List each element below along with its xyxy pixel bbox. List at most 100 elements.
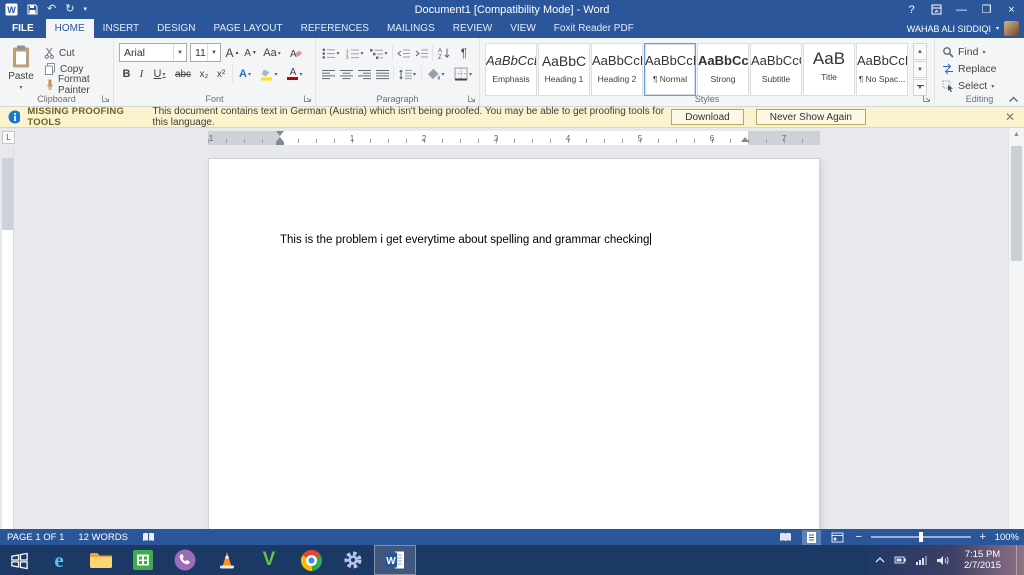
show-desktop-button[interactable] — [1016, 545, 1022, 575]
maximize-icon[interactable]: ❐ — [974, 0, 999, 19]
web-layout-button[interactable] — [828, 530, 847, 545]
never-show-again-button[interactable]: Never Show Again — [755, 109, 866, 125]
subscript-button[interactable]: x₂ — [196, 65, 212, 83]
document-page[interactable]: This is the problem i get everytime abou… — [208, 158, 820, 529]
collapse-ribbon-icon[interactable] — [1008, 95, 1019, 103]
line-spacing-button[interactable]: ▾ — [396, 65, 419, 83]
tab-review[interactable]: REVIEW — [444, 19, 501, 38]
tab-view[interactable]: VIEW — [501, 19, 545, 38]
tab-page-layout[interactable]: PAGE LAYOUT — [205, 19, 292, 38]
minimize-icon[interactable]: — — [949, 0, 974, 19]
tray-expand-icon[interactable] — [874, 554, 886, 566]
font-name-caret-icon[interactable]: ▼ — [173, 44, 186, 61]
taskbar-file-explorer[interactable] — [80, 545, 122, 575]
tab-stop-selector[interactable]: L — [2, 131, 15, 144]
save-icon[interactable] — [27, 4, 38, 15]
taskbar-internet-explorer[interactable]: e — [38, 545, 80, 575]
undo-icon[interactable]: ↶ — [47, 0, 56, 19]
style-emphasis[interactable]: AaBbCcL Emphasis — [485, 43, 537, 96]
proofing-status-icon[interactable] — [142, 532, 155, 543]
scrollbar-thumb[interactable] — [1011, 146, 1022, 261]
battery-icon[interactable] — [894, 554, 907, 566]
style-heading-1[interactable]: AaBbC Heading 1 — [538, 43, 590, 96]
tab-file[interactable]: FILE — [0, 19, 46, 38]
word-count[interactable]: 12 WORDS — [78, 532, 128, 543]
styles-dialog-launcher-icon[interactable] — [922, 94, 931, 103]
clipboard-dialog-launcher-icon[interactable] — [101, 94, 110, 103]
font-dialog-launcher-icon[interactable] — [303, 94, 312, 103]
text-effects-button[interactable]: A ▾ — [235, 65, 255, 83]
align-left-button[interactable] — [320, 65, 337, 83]
paragraph-dialog-launcher-icon[interactable] — [467, 94, 476, 103]
underline-button[interactable]: U ▾ — [149, 65, 170, 83]
account-area[interactable]: WAHAB ALI SIDDIQI ▾ — [907, 19, 1024, 38]
sort-button[interactable]: AZ — [435, 44, 454, 62]
styles-scroll-down-icon[interactable]: ▼ — [913, 61, 927, 78]
start-button[interactable] — [0, 545, 38, 575]
ribbon-display-options-icon[interactable] — [924, 0, 949, 19]
style-no-spacing[interactable]: AaBbCcI ¶ No Spac... — [856, 43, 908, 96]
left-indent-marker[interactable] — [276, 142, 284, 145]
bullets-button[interactable]: ▾ — [320, 44, 342, 62]
zoom-slider[interactable] — [870, 532, 971, 542]
style-heading-2[interactable]: AaBbCcI Heading 2 — [591, 43, 643, 96]
styles-scroll-up-icon[interactable]: ▲ — [913, 43, 927, 60]
increase-indent-button[interactable] — [413, 44, 430, 62]
borders-button[interactable]: ▾ — [450, 65, 476, 83]
paste-button[interactable]: Paste ▾ — [3, 42, 39, 100]
redo-icon[interactable]: ↻ — [65, 0, 74, 19]
right-indent-marker[interactable] — [741, 137, 749, 142]
find-button[interactable]: Find ▾ — [942, 45, 985, 59]
style-title[interactable]: AaB Title — [803, 43, 855, 96]
scroll-up-icon[interactable]: ▲ — [1009, 131, 1024, 138]
show-paragraph-marks-button[interactable]: ¶ — [456, 44, 472, 62]
highlight-color-button[interactable]: ▾ — [257, 65, 281, 83]
font-color-button[interactable]: A ▾ — [283, 65, 307, 83]
taskbar-chrome[interactable] — [290, 545, 332, 575]
font-size-caret-icon[interactable]: ▼ — [207, 44, 220, 61]
italic-button[interactable]: I — [135, 65, 148, 83]
first-line-indent-marker[interactable] — [276, 131, 284, 136]
zoom-in-button[interactable]: + — [978, 531, 988, 543]
close-icon[interactable]: × — [999, 0, 1024, 19]
align-center-button[interactable] — [338, 65, 355, 83]
taskbar-settings[interactable] — [332, 545, 374, 575]
tab-insert[interactable]: INSERT — [94, 19, 149, 38]
clear-formatting-button[interactable]: A — [286, 44, 304, 62]
tab-foxit-reader-pdf[interactable]: Foxit Reader PDF — [545, 19, 643, 38]
taskbar-viber[interactable] — [164, 545, 206, 575]
tab-home[interactable]: HOME — [45, 19, 94, 38]
font-name-combo[interactable]: Arial ▼ — [119, 43, 187, 62]
taskbar-clock[interactable]: 7:15 PM 2/7/2015 — [957, 549, 1008, 572]
justify-button[interactable] — [374, 65, 391, 83]
superscript-button[interactable]: x² — [213, 65, 229, 83]
taskbar-vlc[interactable] — [206, 545, 248, 575]
zoom-level[interactable]: 100% — [995, 532, 1019, 543]
tab-mailings[interactable]: MAILINGS — [378, 19, 444, 38]
download-button[interactable]: Download — [671, 109, 744, 125]
style-normal[interactable]: AaBbCcI ¶ Normal — [644, 43, 696, 96]
taskbar-word[interactable]: W — [374, 545, 416, 575]
font-size-combo[interactable]: 11 ▼ — [190, 43, 221, 62]
numbering-button[interactable]: 1 2 3 ▾ — [344, 44, 366, 62]
shrink-font-button[interactable]: A ▼ — [242, 44, 259, 62]
page-indicator[interactable]: PAGE 1 OF 1 — [7, 532, 64, 543]
help-icon[interactable]: ? — [899, 0, 924, 19]
vertical-scrollbar[interactable]: ▲ — [1008, 128, 1024, 529]
format-painter-button[interactable]: Format Painter — [44, 74, 113, 96]
tab-design[interactable]: DESIGN — [148, 19, 204, 38]
style-strong[interactable]: AaBbCcI Strong — [697, 43, 749, 96]
avatar[interactable] — [1004, 21, 1019, 36]
zoom-slider-thumb[interactable] — [918, 532, 923, 542]
change-case-button[interactable]: Aa ▾ — [261, 44, 283, 62]
bold-button[interactable]: B — [119, 65, 134, 83]
customize-quick-access-icon[interactable]: ▾ — [83, 0, 87, 19]
taskbar-store[interactable] — [122, 545, 164, 575]
shading-button[interactable]: ▾ — [424, 65, 448, 83]
replace-button[interactable]: Replace — [942, 62, 997, 76]
align-right-button[interactable] — [356, 65, 373, 83]
strikethrough-button[interactable]: abc — [172, 65, 194, 83]
select-button[interactable]: Select ▾ — [942, 79, 994, 93]
grow-font-button[interactable]: A ▲ — [224, 44, 241, 62]
style-subtitle[interactable]: AaBbCcC Subtitle — [750, 43, 802, 96]
